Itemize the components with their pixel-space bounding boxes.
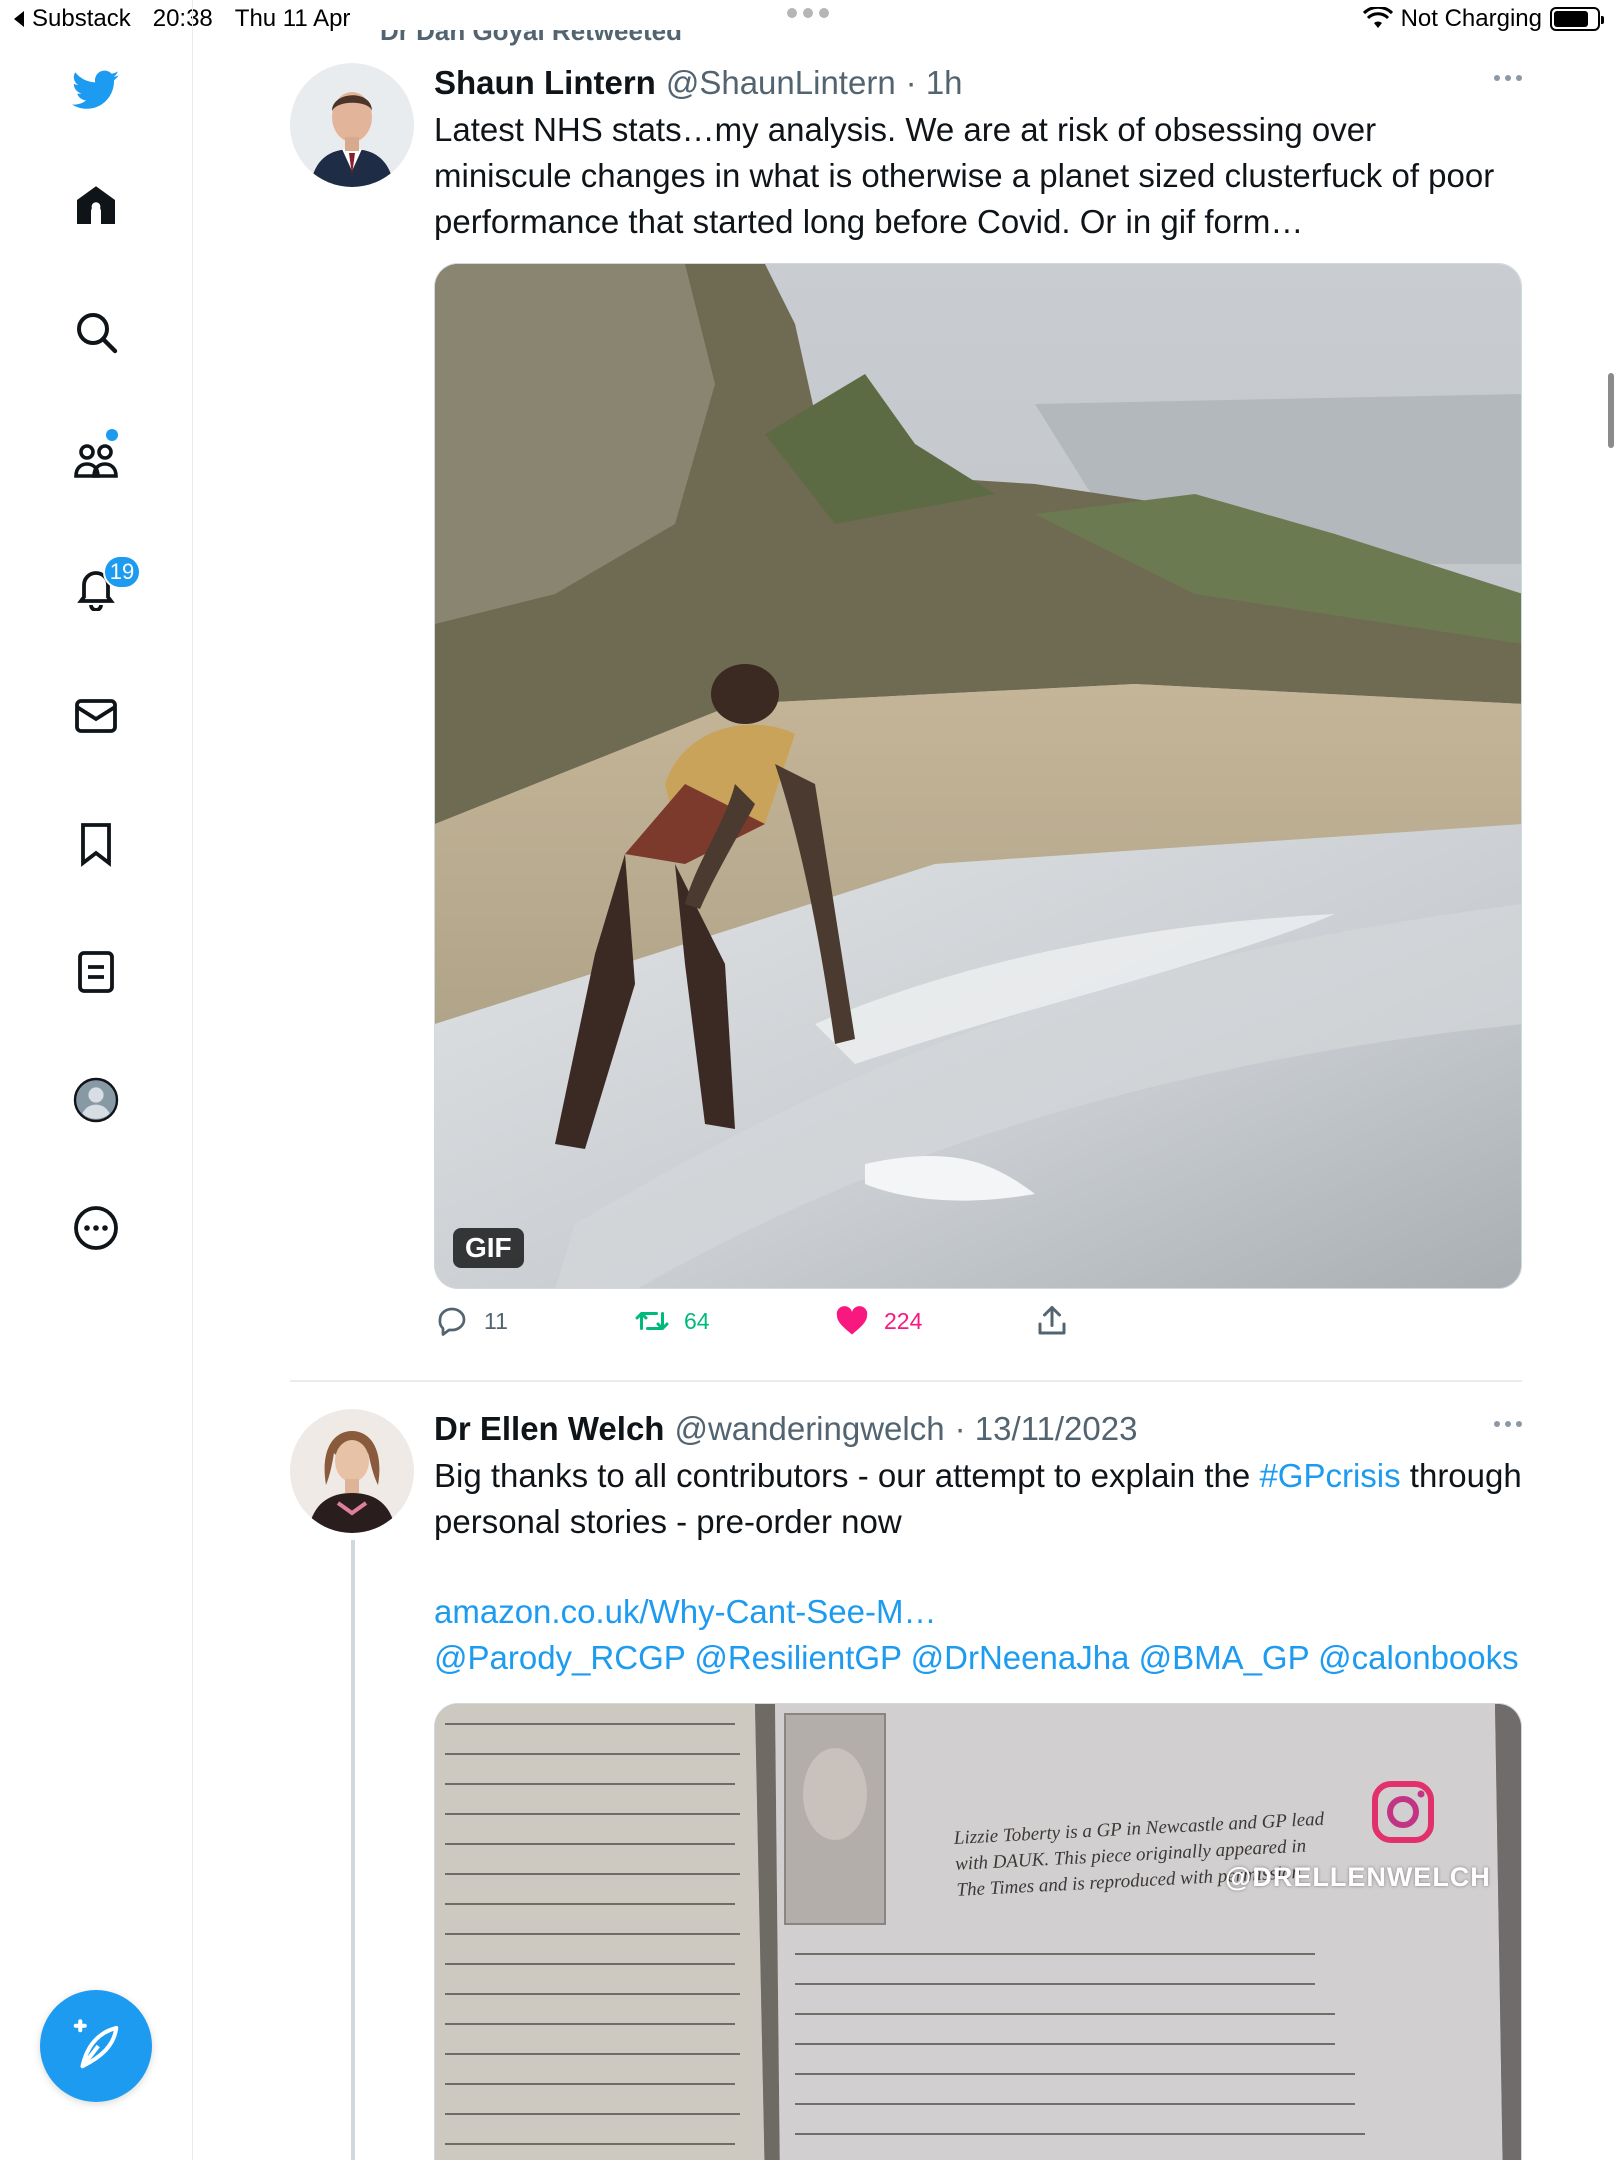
retweet-count: 64 [684,1307,710,1334]
tweet[interactable]: Dr Ellen Welch @wanderingwelch · 13/11/2… [290,1409,1522,2160]
mentions-links[interactable]: @Parody_RCGP @ResilientGP @DrNeenaJha @B… [434,1639,1519,1676]
watermark-text: @DRELLENWELCH [1225,1862,1491,1892]
tweet-gif[interactable]: GIF [434,263,1522,1289]
charging-status: Not Charging [1400,5,1542,32]
retweet-icon [635,1312,669,1330]
sidebar: 19 [0,0,193,2160]
bookmarks-icon[interactable] [60,808,132,880]
profile-icon[interactable] [60,1064,132,1136]
tweet-more-icon[interactable] [1494,1421,1522,1427]
reply-icon [438,1307,466,1336]
author-name[interactable]: Dr Ellen Welch [434,1409,664,1449]
gif-frame-image [435,264,1521,1288]
status-bar: Substack 20:38 Thu 11 Apr Not Charging [0,0,1620,38]
tweet-time[interactable]: · 13/11/2023 [955,1409,1138,1449]
tweet-time[interactable]: · 1h [906,63,963,103]
home-icon[interactable] [60,169,132,241]
tweet-divider [290,1380,1522,1382]
gif-label: GIF [453,1228,524,1268]
like-count: 224 [884,1307,923,1334]
tweet[interactable]: Shaun Lintern @ShaunLintern · 1h Latest … [290,63,1522,1373]
reply-button[interactable]: 11 [434,1303,508,1339]
tweet-text-start: Big thanks to all contributors - our att… [434,1457,1260,1494]
scrollbar[interactable] [1608,373,1614,448]
share-button[interactable] [1034,1303,1070,1339]
communities-new-dot [106,429,118,441]
tweet-text: Big thanks to all contributors - our att… [434,1453,1522,1545]
hashtag-link[interactable]: #GPcrisis [1259,1457,1400,1494]
heart-icon [836,1306,868,1335]
wifi-icon [1362,7,1393,28]
tweet-actions: 11 64 224 [434,1303,1522,1363]
lists-icon[interactable] [60,936,132,1008]
share-icon [1038,1306,1066,1335]
status-date: Thu 11 Apr [234,5,351,32]
author-handle[interactable]: @ShaunLintern [666,63,896,103]
tweet-image[interactable]: Lizzie Toberty is a GP in Newcastle and … [434,1703,1522,2160]
avatar[interactable] [290,63,414,187]
book-photo-image [435,1704,1521,2160]
compose-tweet-icon [73,2019,119,2069]
author-name[interactable]: Shaun Lintern [434,63,656,103]
search-icon[interactable] [60,296,132,368]
compose-tweet-button[interactable] [40,1990,152,2102]
avatar[interactable] [290,1409,414,1533]
communities-icon[interactable] [60,424,132,496]
like-button[interactable]: 224 [834,1303,922,1339]
tweet-text: Latest NHS stats…my analysis. We are at … [434,111,1495,240]
more-icon[interactable] [60,1192,132,1264]
multitasking-dots-icon[interactable] [787,8,829,18]
retweet-button[interactable]: 64 [634,1303,710,1339]
messages-icon[interactable] [60,680,132,752]
reply-count: 11 [484,1307,508,1334]
twitter-bird-icon[interactable] [60,54,132,126]
tweet-more-icon[interactable] [1494,75,1522,81]
author-handle[interactable]: @wanderingwelch [674,1409,944,1449]
notifications-badge: 19 [103,555,141,589]
battery-icon [1550,7,1604,31]
url-link[interactable]: amazon.co.uk/Why-Cant-See-M… [434,1593,937,1630]
